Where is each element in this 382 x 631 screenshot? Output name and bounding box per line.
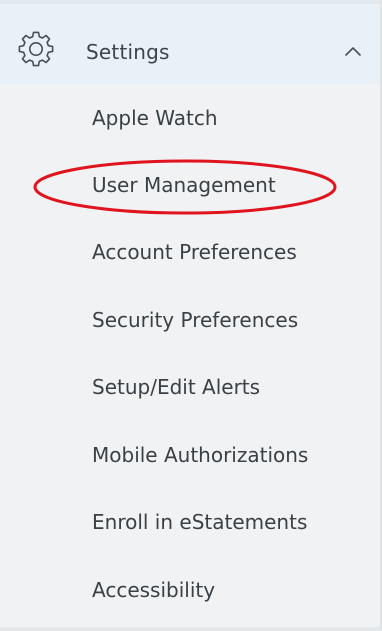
menu-item-label: Setup/Edit Alerts <box>92 375 261 399</box>
chevron-up-icon[interactable] <box>341 43 365 59</box>
menu-item-label: User Management <box>92 173 276 197</box>
settings-section-title: Settings <box>86 40 170 64</box>
menu-item-account-preferences[interactable]: Account Preferences <box>0 224 380 280</box>
menu-item-setup-edit-alerts[interactable]: Setup/Edit Alerts <box>0 359 380 415</box>
menu-item-label: Apple Watch <box>92 106 218 130</box>
gear-icon <box>18 31 54 67</box>
panel-bottom-divider <box>0 627 380 631</box>
settings-menu-panel: Settings Apple Watch User Management Acc… <box>0 0 382 631</box>
menu-item-enroll-in-estatements[interactable]: Enroll in eStatements <box>0 494 380 550</box>
menu-item-label: Account Preferences <box>92 240 297 264</box>
menu-item-label: Mobile Authorizations <box>92 443 309 467</box>
settings-section-header[interactable]: Settings <box>0 0 380 84</box>
menu-item-label: Accessibility <box>92 578 216 602</box>
menu-item-label: Enroll in eStatements <box>92 510 308 534</box>
menu-item-user-management[interactable]: User Management <box>0 157 380 213</box>
menu-item-security-preferences[interactable]: Security Preferences <box>0 292 380 348</box>
menu-item-mobile-authorizations[interactable]: Mobile Authorizations <box>0 427 380 483</box>
menu-item-accessibility[interactable]: Accessibility <box>0 562 380 618</box>
menu-item-apple-watch[interactable]: Apple Watch <box>0 90 380 146</box>
menu-item-label: Security Preferences <box>92 308 299 332</box>
